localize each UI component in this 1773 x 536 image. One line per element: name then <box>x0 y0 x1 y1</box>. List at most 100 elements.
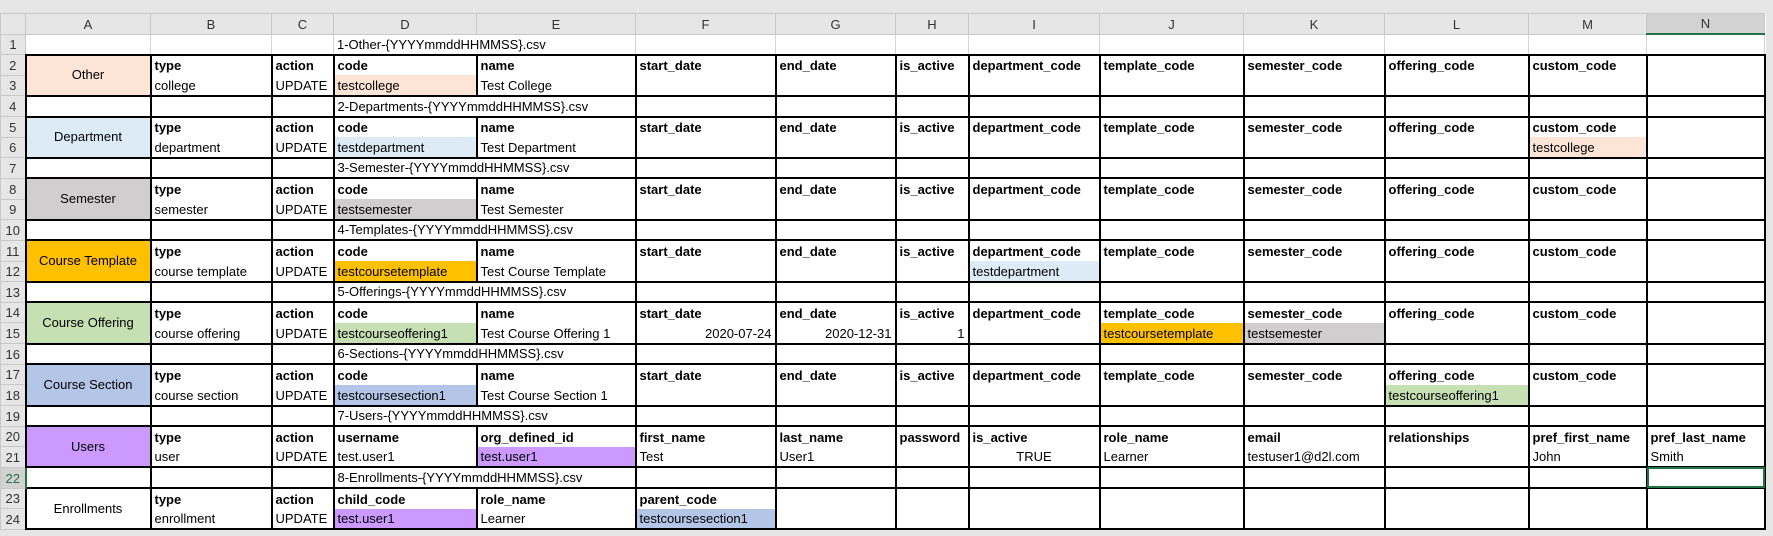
field-value[interactable]: course section <box>149 384 273 407</box>
cell-F1[interactable] <box>635 33 776 56</box>
field-value[interactable]: testcoursesection1 <box>634 508 777 531</box>
cell-J13[interactable] <box>1098 280 1245 304</box>
row-header-21[interactable]: 21 <box>0 446 26 468</box>
file-name-cell[interactable]: 3-Semester-{YYYYmmddHHMMSS}.csv <box>332 156 637 180</box>
field-header[interactable]: custom_code <box>1527 363 1648 385</box>
field-header[interactable]: end_date <box>774 301 897 323</box>
field-value[interactable]: testcourseoffering1 <box>332 322 478 345</box>
field-header[interactable]: start_date <box>634 363 777 385</box>
field-value[interactable]: testcollege <box>1527 137 1648 159</box>
field-header[interactable]: role_name <box>475 487 637 509</box>
cell-M7[interactable] <box>1527 156 1648 180</box>
cell-L10[interactable] <box>1383 218 1530 242</box>
row-header-13[interactable]: 13 <box>0 281 26 303</box>
row-header-23[interactable]: 23 <box>0 487 26 510</box>
field-value[interactable]: test.user1 <box>475 446 637 469</box>
cell-C7[interactable] <box>270 156 335 180</box>
cell-C22[interactable] <box>270 466 335 490</box>
field-value[interactable]: Learner <box>1098 446 1245 469</box>
cell-N1[interactable] <box>1646 33 1765 56</box>
field-value[interactable] <box>1242 199 1386 221</box>
cell-A1[interactable] <box>25 33 151 56</box>
field-header[interactable] <box>1527 487 1648 509</box>
cell-M1[interactable] <box>1528 33 1647 56</box>
cell-H16[interactable] <box>894 342 970 366</box>
field-header[interactable]: start_date <box>634 115 777 138</box>
field-value[interactable]: UPDATE <box>270 137 335 159</box>
field-value[interactable]: UPDATE <box>270 261 335 283</box>
field-header[interactable]: semester_code <box>1242 363 1386 385</box>
column-header-B[interactable]: B <box>150 13 272 35</box>
field-value[interactable]: 2020-07-24 <box>634 322 777 345</box>
cell-I10[interactable] <box>967 218 1101 242</box>
field-value[interactable] <box>1645 75 1766 97</box>
file-name-cell[interactable]: 4-Templates-{YYYYmmddHHMMSS}.csv <box>332 218 637 242</box>
file-name-cell[interactable]: 5-Offerings-{YYYYmmddHHMMSS}.csv <box>332 280 637 304</box>
row-header-24[interactable]: 24 <box>0 508 26 530</box>
cell-L16[interactable] <box>1383 342 1530 366</box>
cell-B4[interactable] <box>149 94 273 118</box>
cell-J19[interactable] <box>1098 404 1245 428</box>
field-header[interactable]: department_code <box>967 239 1101 262</box>
field-header[interactable]: semester_code <box>1242 177 1386 200</box>
row-header-8[interactable]: 8 <box>0 177 26 200</box>
cell-C4[interactable] <box>270 94 335 118</box>
cell-N19[interactable] <box>1645 404 1766 428</box>
field-value[interactable] <box>967 384 1101 407</box>
field-value[interactable]: UPDATE <box>270 508 335 531</box>
field-value[interactable]: college <box>149 75 273 97</box>
cell-I1[interactable] <box>968 33 1100 56</box>
field-value[interactable] <box>634 199 777 221</box>
field-value[interactable]: semester <box>149 199 273 221</box>
cell-I16[interactable] <box>967 342 1101 366</box>
field-header[interactable] <box>1645 53 1766 76</box>
field-header[interactable]: offering_code <box>1383 177 1530 200</box>
field-header[interactable]: start_date <box>634 301 777 323</box>
cell-I19[interactable] <box>967 404 1101 428</box>
field-value[interactable]: Test College <box>475 75 637 97</box>
entity-label-course-section[interactable]: Course Section <box>24 363 152 407</box>
cell-J22[interactable] <box>1098 466 1245 490</box>
field-value[interactable]: 1 <box>894 322 970 345</box>
entity-label-department[interactable]: Department <box>24 115 152 159</box>
field-value[interactable]: Test <box>634 446 777 469</box>
field-value[interactable] <box>894 261 970 283</box>
field-value[interactable] <box>1242 75 1386 97</box>
cell-H4[interactable] <box>894 94 970 118</box>
cell-K4[interactable] <box>1242 94 1386 118</box>
field-value[interactable] <box>1383 508 1530 531</box>
field-value[interactable] <box>967 75 1101 97</box>
field-header[interactable] <box>1242 487 1386 509</box>
cell-H10[interactable] <box>894 218 970 242</box>
cell-I4[interactable] <box>967 94 1101 118</box>
field-value[interactable] <box>1527 384 1648 407</box>
entity-label-course-offering[interactable]: Course Offering <box>24 301 152 345</box>
cell-H22[interactable] <box>894 466 970 490</box>
field-value[interactable] <box>774 199 897 221</box>
field-value[interactable] <box>1645 261 1766 283</box>
field-header[interactable]: pref_first_name <box>1527 425 1648 447</box>
column-header-G[interactable]: G <box>775 13 896 35</box>
field-value[interactable] <box>1098 508 1245 531</box>
row-header-12[interactable]: 12 <box>0 260 26 283</box>
field-value[interactable] <box>894 384 970 407</box>
row-header-20[interactable]: 20 <box>0 425 26 448</box>
field-header[interactable]: child_code <box>332 487 478 509</box>
row-header-7[interactable]: 7 <box>0 157 26 179</box>
cell-N16[interactable] <box>1645 342 1766 366</box>
cell-L19[interactable] <box>1383 404 1530 428</box>
entity-label-course-template[interactable]: Course Template <box>24 239 152 283</box>
field-value[interactable]: Test Department <box>475 137 637 159</box>
field-header[interactable]: role_name <box>1098 425 1245 447</box>
row-header-18[interactable]: 18 <box>0 384 26 407</box>
field-header[interactable]: department_code <box>967 53 1101 76</box>
field-header[interactable]: action <box>270 53 335 76</box>
field-header[interactable]: type <box>149 53 273 76</box>
field-value[interactable] <box>1242 384 1386 407</box>
field-header[interactable]: type <box>149 301 273 323</box>
cell-A22[interactable] <box>24 466 152 490</box>
cell-K1[interactable] <box>1243 33 1385 56</box>
entity-label-semester[interactable]: Semester <box>24 177 152 221</box>
field-header[interactable]: name <box>475 301 637 323</box>
field-header[interactable]: type <box>149 487 273 509</box>
